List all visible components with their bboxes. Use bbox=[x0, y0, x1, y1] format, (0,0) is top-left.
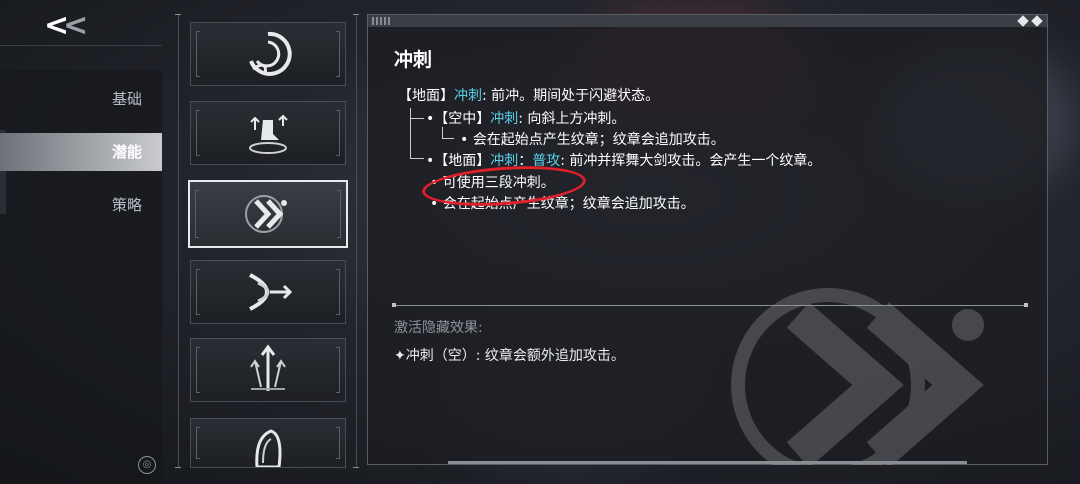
hidden-effect-text: ✦冲刺（空）: 纹章会额外追加攻击。 bbox=[394, 348, 625, 364]
skill-title: 冲刺 bbox=[394, 49, 433, 71]
dash-chevron-icon bbox=[245, 195, 287, 233]
boot-jump-icon bbox=[249, 114, 288, 154]
nav-tab-potential[interactable]: 潜能 bbox=[0, 133, 162, 171]
skill-list bbox=[175, 14, 359, 468]
tree-connector bbox=[410, 158, 424, 159]
desc-line-1: 【地面】冲刺: 前冲。期间处于闪避状态。 bbox=[398, 85, 659, 105]
list-rail bbox=[178, 14, 179, 468]
triple-arrow-icon bbox=[250, 344, 286, 391]
hidden-effect-label: 激活隐藏效果: bbox=[394, 320, 483, 336]
skill-detail-panel: 冲刺 【地面】冲刺: 前冲。期间处于闪避状态。 •【空中】冲刺: 向斜上方冲刺。… bbox=[367, 14, 1048, 465]
skill-card-6[interactable] bbox=[190, 418, 346, 468]
desc-text: 【地面】 bbox=[398, 88, 454, 104]
back-arrow-icon-secondary: < bbox=[63, 8, 88, 43]
desc-text: : 前冲并挥舞大剑攻击。会产生一个纹章。 bbox=[560, 153, 822, 169]
header-divider bbox=[0, 45, 162, 46]
rail-tick bbox=[175, 14, 181, 15]
grip-icon bbox=[372, 17, 390, 25]
skill-card-1[interactable] bbox=[190, 22, 346, 86]
tree-connector bbox=[410, 118, 424, 119]
back-arrow-icon: < bbox=[44, 8, 69, 43]
skill-card-3[interactable] bbox=[188, 180, 348, 248]
nav-tab-strategy[interactable]: 策略 bbox=[0, 188, 162, 222]
back-button[interactable]: << bbox=[44, 8, 92, 43]
desc-text: •【空中】 bbox=[426, 111, 491, 127]
category-sidebar: 基础 潜能 策略 bbox=[0, 70, 162, 484]
info-icon[interactable]: ◎ bbox=[138, 456, 156, 474]
nav-tab-basic[interactable]: 基础 bbox=[0, 82, 162, 116]
skill-card-5[interactable] bbox=[190, 338, 346, 402]
tree-connector bbox=[410, 108, 411, 158]
diamond-icon bbox=[1031, 15, 1043, 27]
desc-line-2: •【空中】冲刺: 向斜上方冲刺。 bbox=[426, 108, 625, 128]
beast-head-icon bbox=[255, 429, 282, 467]
section-divider bbox=[392, 303, 1028, 307]
desc-text: : 向斜上方冲刺。 bbox=[518, 111, 626, 127]
panel-bottom-strip bbox=[448, 461, 967, 464]
rail-tick bbox=[353, 467, 359, 468]
desc-line-3: • 会在起始点产生纹章；纹章会追加攻击。 bbox=[460, 132, 725, 148]
list-rail bbox=[356, 14, 357, 468]
desc-text: •【地面】 bbox=[426, 153, 491, 169]
desc-text: : 前冲。期间处于闪避状态。 bbox=[482, 88, 660, 104]
keyword-highlight: 冲刺 bbox=[490, 111, 519, 127]
arc-arrow-icon bbox=[249, 273, 293, 311]
keyword-highlight: 冲刺 bbox=[454, 88, 482, 104]
panel-topbar bbox=[368, 15, 1047, 27]
diamond-icon bbox=[1017, 15, 1029, 27]
rail-tick bbox=[175, 467, 181, 468]
skill-card-4[interactable] bbox=[190, 260, 346, 324]
desc-line-4: •【地面】冲刺：普攻: 前冲并挥舞大剑攻击。会产生一个纹章。 bbox=[426, 150, 821, 170]
rail-tick bbox=[353, 14, 359, 15]
skill-watermark-icon bbox=[731, 288, 984, 465]
swirl-wave-icon bbox=[249, 31, 292, 76]
skill-card-2[interactable] bbox=[190, 101, 346, 165]
tree-connector bbox=[442, 138, 454, 139]
